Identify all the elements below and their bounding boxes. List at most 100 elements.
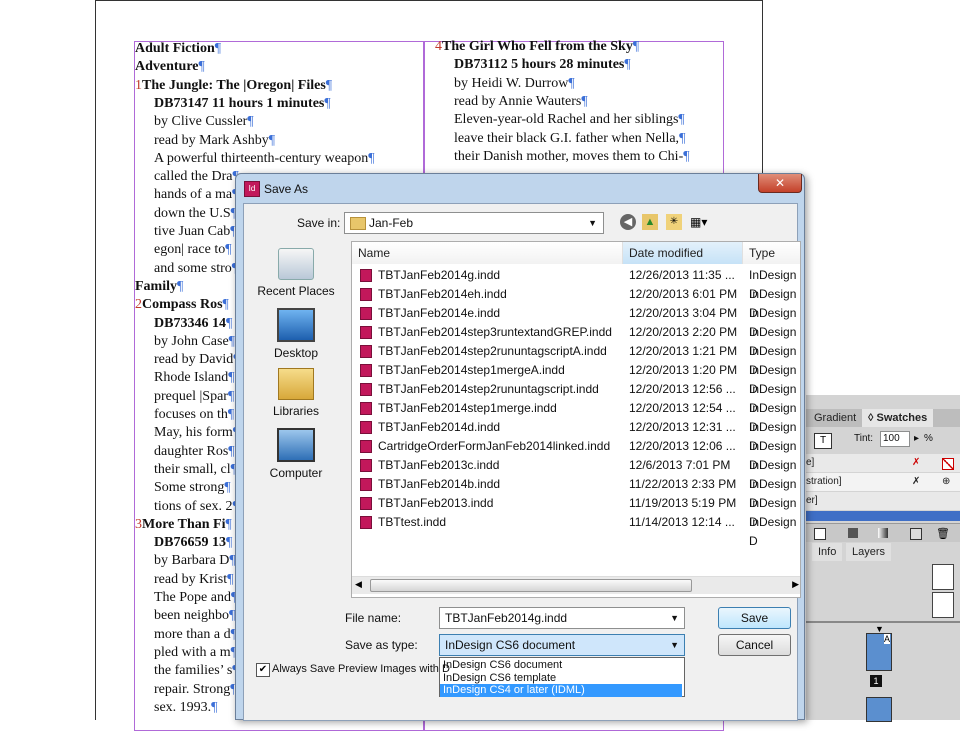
place-desktop[interactable]: Desktop [250,308,342,360]
doc-line-text: Compass Ros [142,297,223,313]
always-save-preview-checkbox[interactable]: ✔ [256,663,270,677]
file-row[interactable]: TBTJanFeb2013.indd 11/19/2013 5:19 PM InDe… [352,494,800,529]
column-date-modified[interactable]: Date modified [623,242,743,264]
libraries-icon [278,368,314,400]
place-computer[interactable]: Computer [250,428,342,480]
doc-line-text: repair. Strong [154,681,231,697]
indd-file-icon [360,307,372,320]
file-row[interactable]: TBTtest.indd 11/14/2013 12:14 ... InDesign… [352,513,800,548]
swatch-row-label: e] [806,457,815,468]
file-row[interactable]: TBTJanFeb2014step1mergeA.indd 12/20/2013 … [352,361,800,396]
file-name-input[interactable]: TBTJanFeb2014g.indd ▼ [439,607,685,629]
file-row[interactable]: TBTJanFeb2014step3runtextandGREP.indd 12/… [352,323,800,358]
place-recent-places[interactable]: Recent Places [250,248,342,298]
doc-text-line: hands of a ma¶ [154,186,239,204]
doc-line-text: DB73112 5 hours 28 minutes [454,57,625,73]
doc-text-line: daughter Ros¶ [154,443,235,461]
type-option-selected[interactable]: InDesign CS4 or later (IDML) [440,684,682,697]
view-menu-icon[interactable]: ▦▾ [690,214,716,230]
file-date: 12/20/2013 6:01 PM [629,287,738,301]
doc-text-line: read by David¶ [154,351,240,369]
swatch-row[interactable]: stration] ✗ ⊕ [806,473,960,491]
pilcrow-icon: ¶ [228,443,235,459]
file-row[interactable]: TBTJanFeb2014eh.indd 12/20/2013 6:01 PM In… [352,285,800,320]
doc-line-text: Rhode Island [154,370,229,386]
doc-text-line: read by Annie Wauters¶ [454,93,588,111]
file-row[interactable]: TBTJanFeb2014g.indd 12/26/2013 11:35 ... I… [352,266,800,301]
doc-line-text: sex. 1993. [154,699,212,715]
master-page-thumbnail[interactable] [932,564,954,590]
pilcrow-icon: ¶ [227,407,235,422]
file-row[interactable]: TBTJanFeb2013c.indd 12/6/2013 7:01 PM InDe… [352,456,800,491]
column-type[interactable]: Type [743,242,800,264]
tab-gradient[interactable]: Gradient [808,409,862,427]
tab-layers[interactable]: Layers [846,543,892,561]
tint-stepper-icon[interactable]: ▸ [914,433,919,444]
swatch-row-selected[interactable] [806,511,960,521]
file-row[interactable]: TBTJanFeb2014e.indd 12/20/2013 3:04 PM InD… [352,304,800,339]
doc-heading-line: DB73346 14¶ [154,315,232,333]
text-formatting-icon[interactable]: T [814,433,832,449]
pilcrow-icon: ¶ [324,95,331,111]
tab-info[interactable]: Info [812,543,843,561]
doc-line-text: More Than Fi [142,516,226,532]
show-all-swatches-icon[interactable] [814,528,826,540]
scrollbar-thumb[interactable] [370,579,692,592]
doc-line-text: The Girl Who Fell from the Sky [442,39,633,54]
save-as-type-dropdown-list: InDesign CS6 document InDesign CS6 templ… [439,657,685,697]
pilcrow-icon: ¶ [227,388,235,404]
file-row[interactable]: TBTJanFeb2014step2rununtagscript.indd 12/… [352,380,800,415]
tab-swatches-label: Swatches [876,412,928,424]
new-folder-icon[interactable]: ✳ [666,214,682,230]
save-as-type-select[interactable]: InDesign CS6 document ▼ [439,634,685,656]
file-row[interactable]: TBTJanFeb2014step1merge.indd 12/20/2013 1… [352,399,800,434]
back-icon[interactable]: ◀ [620,214,636,230]
up-folder-icon[interactable]: ▲ [642,214,658,230]
place-libraries[interactable]: Libraries [250,368,342,418]
page-number-label: 1 [870,675,882,687]
delete-swatch-icon[interactable]: 🗑 [936,527,950,540]
doc-line-text: focuses on th [154,407,228,422]
file-row[interactable]: TBTJanFeb2014d.indd 12/20/2013 12:31 ... I… [352,418,800,453]
doc-heading-line: DB73147 11 hours 1 minutes¶ [154,95,331,113]
swatch-row[interactable]: e] ✗ [806,454,960,472]
scroll-right-icon[interactable]: ▶ [792,579,799,590]
indd-file-icon [360,440,372,453]
folder-icon [350,217,366,230]
file-name: TBTJanFeb2013c.indd [378,458,500,472]
close-button[interactable]: ✕ [758,174,802,193]
new-swatch-icon[interactable] [910,528,922,540]
page-thumbnail[interactable]: A [866,633,892,671]
pilcrow-icon: ¶ [325,77,333,93]
file-name: TBTJanFeb2014step2rununtagscriptA.indd [378,344,607,358]
page-thumbnail[interactable] [866,697,892,722]
column-name[interactable]: Name [352,242,623,264]
chevron-down-icon: ▼ [670,640,679,650]
indd-file-icon [360,383,372,396]
type-option[interactable]: InDesign CS6 document [440,659,562,672]
doc-text-line: and some stro¶ [154,260,238,278]
file-row[interactable]: TBTJanFeb2014b.indd 11/22/2013 2:33 PM InD… [352,475,800,510]
scroll-left-icon[interactable]: ◀ [355,579,362,590]
show-gradient-swatches-icon[interactable] [878,528,888,538]
doc-text-line: focuses on th¶ [154,406,234,424]
save-button[interactable]: Save [718,607,791,629]
swatch-row[interactable]: er] [806,492,960,510]
show-color-swatches-icon[interactable] [848,528,858,538]
tint-input[interactable]: 100 [880,431,910,447]
tab-swatches[interactable]: ◊ Swatches [862,409,934,427]
cancel-button[interactable]: Cancel [718,634,791,656]
place-recent-places-label: Recent Places [257,284,335,298]
file-type: InDesign D [749,515,797,548]
file-list[interactable]: Name Date modified Type TBTJanFeb2014g.i… [351,241,801,598]
swatches-tab-icon: ◊ [868,412,877,424]
pilcrow-icon: ¶ [227,571,234,587]
pilcrow-icon: ¶ [214,41,222,56]
doc-line-text: prequel |Spar [154,388,228,404]
file-row[interactable]: CartridgeOrderFormJanFeb2014linked.indd 1… [352,437,800,472]
doc-text-line: called the Dra¶ [154,168,239,186]
save-in-dropdown[interactable]: Jan-Feb ▼ [344,212,604,234]
file-row[interactable]: TBTJanFeb2014step2rununtagscriptA.indd 12… [352,342,800,377]
horizontal-scrollbar[interactable]: ◀ ▶ [352,576,800,594]
master-page-thumbnail[interactable] [932,592,954,618]
